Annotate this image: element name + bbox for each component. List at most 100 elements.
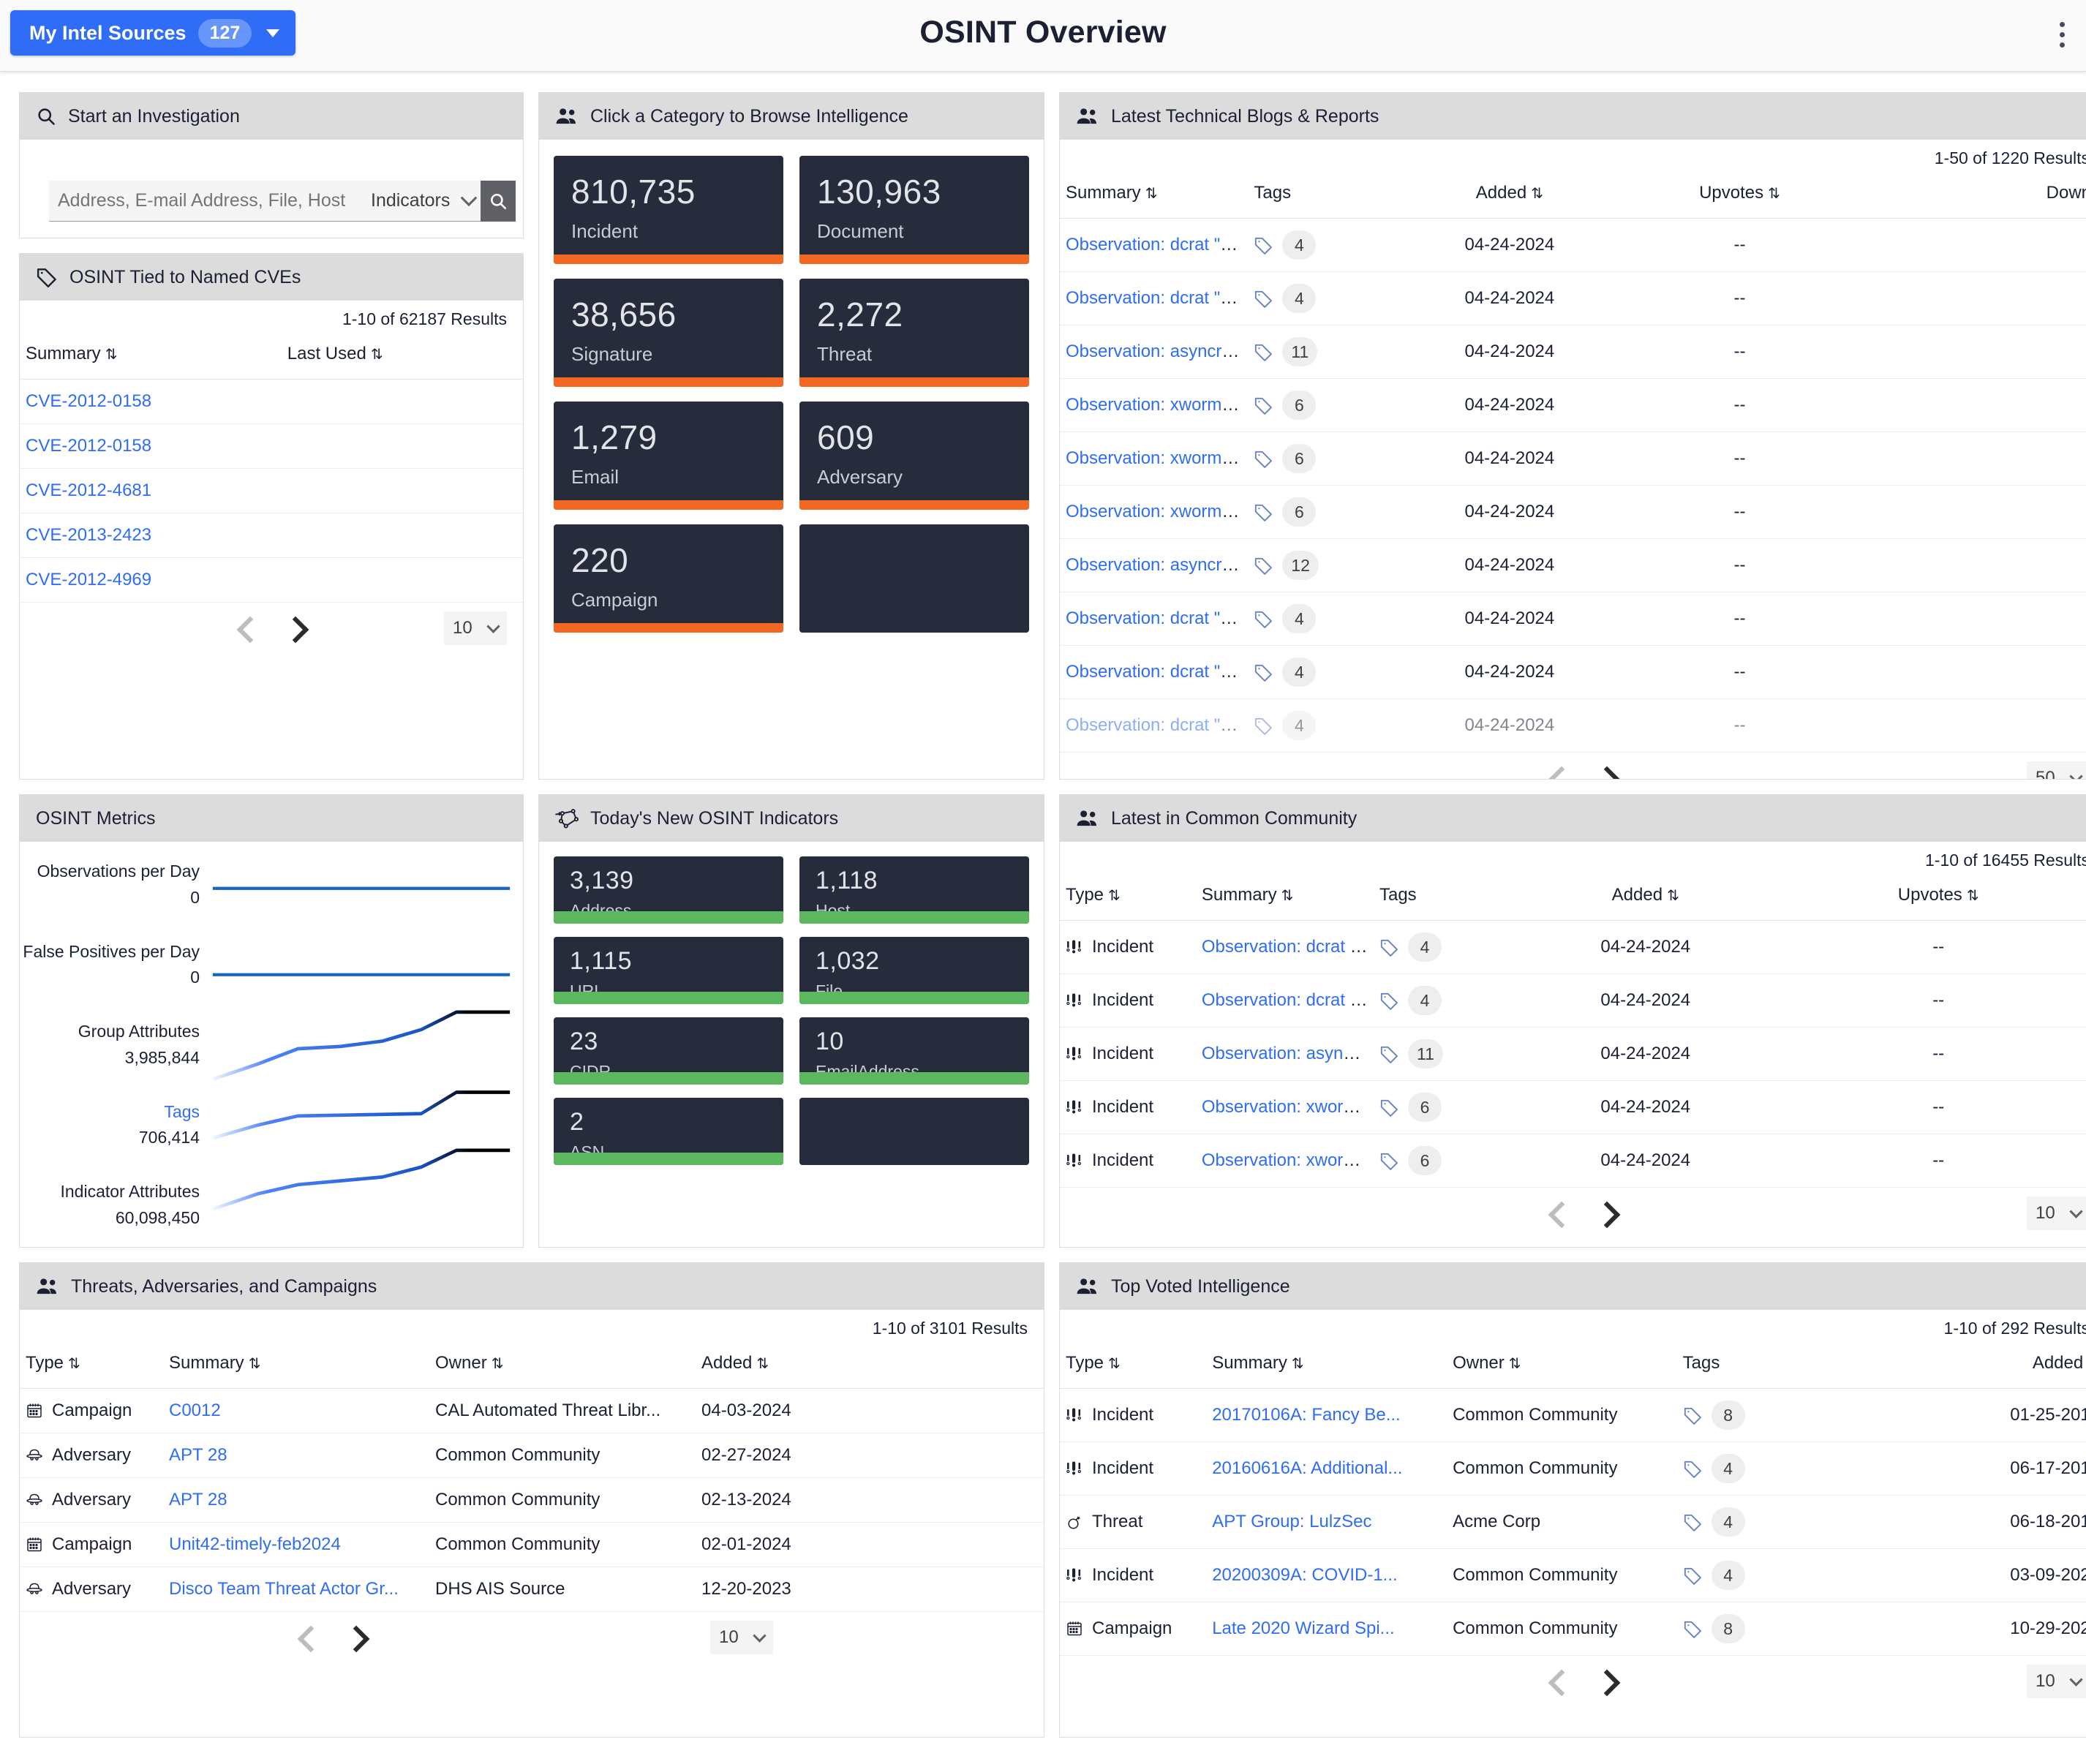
blog-link[interactable]: Observation: asyncrat "... <box>1066 342 1248 361</box>
topvoted-link[interactable]: 20170106A: Fancy Be... <box>1212 1405 1401 1425</box>
indicator-tile-host[interactable]: 1,118 Host <box>799 856 1029 924</box>
next-page-button[interactable] <box>282 616 306 641</box>
threat-link[interactable]: C0012 <box>169 1401 221 1420</box>
blog-link[interactable]: Observation: dcrat "622... <box>1066 662 1248 682</box>
column-header-upvotes[interactable]: Upvotes ⇅ <box>1624 173 1855 219</box>
column-header-added[interactable]: Added⇅ <box>1394 173 1625 219</box>
page-size-select[interactable]: 10 <box>710 1621 773 1654</box>
column-header-added[interactable]: Added⇅ <box>1520 875 1771 921</box>
indicator-tile-address[interactable]: 3,139 Address <box>554 856 783 924</box>
table-row[interactable]: Observation: xworm "16... 6 04-24-2024 -… <box>1060 378 2086 432</box>
blog-link[interactable]: Observation: dcrat "551... <box>1066 235 1248 255</box>
blog-link[interactable]: Observation: dcrat "090... <box>1066 608 1248 628</box>
table-row[interactable]: Adversary APT 28 Common Community 02-13-… <box>20 1477 1044 1523</box>
next-page-button[interactable] <box>1593 766 1618 779</box>
search-submit-button[interactable] <box>481 181 516 222</box>
column-header-downvotes[interactable]: Downv <box>1854 173 2086 219</box>
blog-link[interactable]: Observation: asyncrat "... <box>1066 555 1248 575</box>
cve-link[interactable]: CVE-2012-0158 <box>26 436 151 456</box>
previous-page-button[interactable] <box>236 616 261 641</box>
table-row[interactable]: CVE-2012-4681 <box>20 468 523 513</box>
column-header-type[interactable]: Type ⇅ <box>1060 875 1196 921</box>
column-header-summary[interactable]: Summary ⇅ <box>1206 1343 1447 1389</box>
column-header-summary[interactable]: Summary ⇅ <box>1060 173 1249 219</box>
column-header-summary[interactable]: Summary ⇅ <box>1195 875 1374 921</box>
column-header-upvotes[interactable]: Upvotes ⇅ <box>1771 875 2086 921</box>
search-type-select[interactable]: Indicators <box>364 181 481 222</box>
next-page-button[interactable] <box>1593 1201 1618 1226</box>
table-row[interactable]: Campaign C0012 CAL Automated Threat Libr… <box>20 1388 1044 1433</box>
search-input[interactable] <box>49 181 364 222</box>
community-link[interactable]: Observation: xworm "... <box>1202 1097 1374 1117</box>
column-header-type[interactable]: Type ⇅ <box>1060 1343 1207 1389</box>
table-row[interactable]: Observation: dcrat "551... 4 04-24-2024 … <box>1060 218 2086 272</box>
blog-link[interactable]: Observation: xworm "16... <box>1066 395 1248 415</box>
cve-link[interactable]: CVE-2012-4681 <box>26 480 151 500</box>
table-row[interactable]: Incident 20200309A: COVID-1... Common Co… <box>1060 1548 2086 1602</box>
column-header-added[interactable]: Added⇅ <box>1886 1343 2086 1389</box>
blog-link[interactable]: Observation: dcrat "2bc... <box>1066 288 1248 308</box>
metric-name-link[interactable]: Tags <box>20 1101 200 1123</box>
indicator-tile-url[interactable]: 1,115 URL <box>554 937 783 1004</box>
page-size-select[interactable]: 50 <box>2027 761 2086 779</box>
column-header-summary[interactable]: Summary ⇅ <box>163 1343 429 1389</box>
column-header-type[interactable]: Type ⇅ <box>20 1343 163 1389</box>
kebab-menu-icon[interactable] <box>2058 22 2066 48</box>
metric-row-tags[interactable]: Tags 706,414 <box>20 1101 200 1148</box>
table-row[interactable]: Campaign Late 2020 Wizard Spi... Common … <box>1060 1602 2086 1656</box>
threat-link[interactable]: APT 28 <box>169 1490 227 1509</box>
column-header-last-used[interactable]: Last Used ⇅ <box>281 333 523 380</box>
cve-link[interactable]: CVE-2012-0158 <box>26 391 151 411</box>
cve-link[interactable]: CVE-2013-2423 <box>26 525 151 545</box>
table-row[interactable]: Incident Observation: dcrat "2... 4 04-2… <box>1060 973 2086 1028</box>
topvoted-link[interactable]: 20200309A: COVID-1... <box>1212 1565 1397 1585</box>
table-row[interactable]: Incident 20170106A: Fancy Be... Common C… <box>1060 1388 2086 1442</box>
cve-link[interactable]: CVE-2012-4969 <box>26 570 151 589</box>
table-row[interactable]: Adversary Disco Team Threat Actor Gr... … <box>20 1567 1044 1612</box>
table-row[interactable]: Incident Observation: xworm "... 6 04-24… <box>1060 1080 2086 1134</box>
threat-link[interactable]: APT 28 <box>169 1445 227 1465</box>
column-header-summary[interactable]: Summary ⇅ <box>20 333 282 380</box>
table-row[interactable]: Observation: dcrat "a3d... 4 04-24-2024 … <box>1060 698 2086 753</box>
blog-link[interactable]: Observation: xworm "9... <box>1066 448 1248 468</box>
page-size-select[interactable]: 10 <box>2027 1196 2086 1230</box>
table-row[interactable]: Observation: asyncrat "... 11 04-24-2024… <box>1060 325 2086 379</box>
category-tile-adversary[interactable]: 609 Adversary <box>799 402 1029 510</box>
indicator-tile-asn[interactable]: 2 ASN <box>554 1098 783 1165</box>
column-header-added[interactable]: Added⇅ <box>696 1343 921 1389</box>
table-row[interactable]: CVE-2012-0158 <box>20 379 523 424</box>
table-row[interactable]: Incident Observation: asyncra... 11 04-2… <box>1060 1027 2086 1081</box>
page-size-select[interactable]: 10 <box>444 611 507 645</box>
previous-page-button[interactable] <box>297 1625 322 1650</box>
next-page-button[interactable] <box>342 1625 367 1650</box>
indicator-tile-emailaddress[interactable]: 10 EmailAddress <box>799 1017 1029 1085</box>
page-size-select[interactable]: 10 <box>2027 1665 2086 1698</box>
community-link[interactable]: Observation: asyncra... <box>1202 1044 1374 1063</box>
category-tile-document[interactable]: 130,963 Document <box>799 156 1029 264</box>
category-tile-email[interactable]: 1,279 Email <box>554 402 783 510</box>
blog-link[interactable]: Observation: xworm "9... <box>1066 502 1248 521</box>
table-row[interactable]: CVE-2012-4969 <box>20 557 523 603</box>
previous-page-button[interactable] <box>1548 766 1573 779</box>
topvoted-link[interactable]: Late 2020 Wizard Spi... <box>1212 1618 1394 1638</box>
threat-link[interactable]: Unit42-timely-feb2024 <box>169 1534 341 1554</box>
column-header-owner[interactable]: Owner ⇅ <box>429 1343 696 1389</box>
table-row[interactable]: Campaign Unit42-timely-feb2024 Common Co… <box>20 1522 1044 1567</box>
threat-link[interactable]: Disco Team Threat Actor Gr... <box>169 1579 399 1599</box>
next-page-button[interactable] <box>1593 1669 1618 1694</box>
category-tile-incident[interactable]: 810,735 Incident <box>554 156 783 264</box>
table-row[interactable]: CVE-2012-0158 <box>20 423 523 469</box>
indicator-tile-cidr[interactable]: 23 CIDR <box>554 1017 783 1085</box>
category-tile-signature[interactable]: 38,656 Signature <box>554 279 783 387</box>
previous-page-button[interactable] <box>1548 1669 1573 1694</box>
table-row[interactable]: Observation: dcrat "622... 4 04-24-2024 … <box>1060 645 2086 699</box>
column-header-owner[interactable]: Owner ⇅ <box>1447 1343 1677 1389</box>
blog-link[interactable]: Observation: dcrat "a3d... <box>1066 715 1248 735</box>
table-row[interactable]: Threat APT Group: LulzSec Acme Corp 4 06… <box>1060 1495 2086 1549</box>
table-row[interactable]: Observation: xworm "9... 6 04-24-2024 --… <box>1060 431 2086 486</box>
table-row[interactable]: Observation: dcrat "2bc... 4 04-24-2024 … <box>1060 271 2086 325</box>
previous-page-button[interactable] <box>1548 1201 1573 1226</box>
table-row[interactable]: Adversary APT 28 Common Community 02-27-… <box>20 1433 1044 1478</box>
topvoted-link[interactable]: APT Group: LulzSec <box>1212 1512 1371 1531</box>
table-row[interactable]: Observation: asyncrat "... 12 04-24-2024… <box>1060 538 2086 592</box>
